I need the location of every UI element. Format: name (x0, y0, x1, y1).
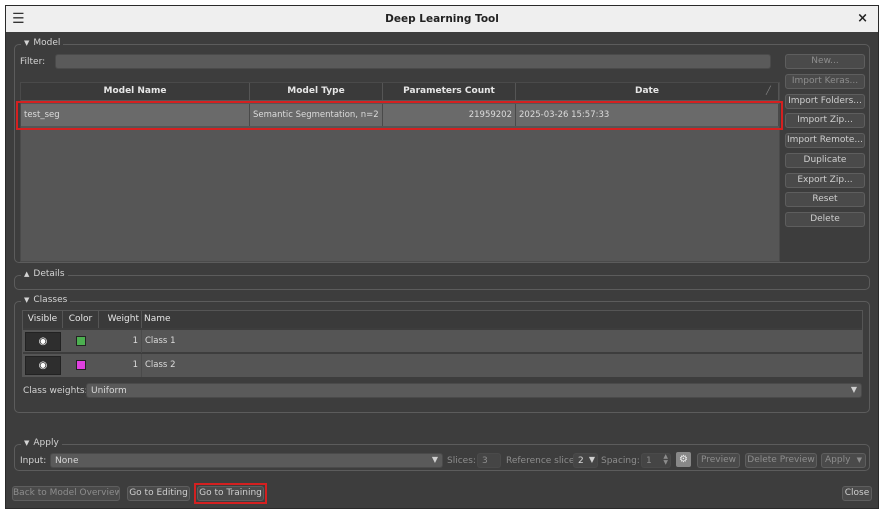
reference-slice-value: 2 (578, 456, 584, 466)
stepper-arrows-icon[interactable]: ▲ ▼ (663, 454, 668, 466)
class-weights-label: Class weights: (23, 386, 88, 396)
col-header-date[interactable]: Date (516, 83, 779, 100)
details-group: ▲ Details (14, 269, 870, 290)
deep-learning-tool-window: ☰ Deep Learning Tool × ▼ Model Filter: Mo… (5, 5, 879, 509)
apply-group-header[interactable]: ▼ Apply (21, 438, 62, 448)
class-weights-dropdown[interactable]: Uniform ▼ (86, 383, 862, 398)
back-to-model-overview-button[interactable]: Back to Model Overview (12, 486, 120, 501)
col-header-model-name[interactable]: Model Name (21, 83, 250, 100)
chevron-down-icon: ▼ (431, 455, 438, 464)
collapse-triangle-icon[interactable]: ▼ (24, 439, 29, 447)
eye-icon: ◉ (38, 360, 48, 371)
export-zip-button[interactable]: Export Zip... (785, 173, 865, 188)
duplicate-button[interactable]: Duplicate (785, 153, 865, 168)
input-dropdown[interactable]: None ▼ (50, 453, 443, 468)
model-table: Model Name Model Type Parameters Count D… (20, 82, 780, 262)
import-remote-button[interactable]: Import Remote... (785, 133, 865, 148)
cell-model-name: test_seg (21, 104, 250, 126)
details-group-header[interactable]: ▲ Details (21, 269, 68, 279)
col-header-weight[interactable]: Weight (99, 311, 142, 328)
import-zip-button[interactable]: Import Zip... (785, 113, 865, 128)
classes-table: Visible Color Weight Name ◉ 1 Class 1 ◉ … (22, 310, 863, 377)
chevron-down-icon: ▼ (588, 455, 595, 464)
class-name[interactable]: Class 1 (142, 330, 442, 353)
cell-parameters-count: 21959202 (383, 104, 516, 126)
class-color-swatch[interactable] (76, 336, 86, 346)
visible-toggle[interactable]: ◉ (25, 332, 61, 351)
new-button[interactable]: New... (785, 54, 865, 69)
spacing-stepper[interactable]: 1 ▲ ▼ (641, 453, 671, 468)
import-folders-button[interactable]: Import Folders... (785, 94, 865, 109)
sort-indicator-icon: ╱ (766, 86, 771, 95)
details-group-label: Details (33, 269, 65, 279)
slices-input[interactable]: 3 (477, 453, 501, 468)
apply-group-label: Apply (33, 438, 59, 448)
input-label: Input: (20, 456, 47, 466)
class-color-swatch[interactable] (76, 360, 86, 370)
table-row[interactable]: ◉ 1 Class 1 (23, 330, 862, 353)
model-group-header[interactable]: ▼ Model (21, 38, 64, 48)
delete-button[interactable]: Delete (785, 212, 865, 227)
gear-icon[interactable]: ⚙ (676, 452, 691, 467)
slices-label: Slices: (447, 456, 476, 466)
reference-slice-label: Reference slice: (506, 456, 578, 466)
input-value: None (55, 456, 79, 466)
close-icon[interactable]: × (857, 11, 868, 26)
import-keras-button[interactable]: Import Keras... (785, 74, 865, 89)
delete-preview-button[interactable]: Delete Preview (745, 453, 817, 468)
go-to-editing-button[interactable]: Go to Editing (127, 486, 190, 501)
cell-date: 2025-03-26 15:57:33 (516, 104, 779, 126)
chevron-down-icon: ▼ (850, 385, 857, 394)
class-weight[interactable]: 1 (99, 354, 142, 377)
chevron-down-icon: ▼ (856, 456, 862, 464)
classes-group-label: Classes (33, 295, 68, 305)
table-row[interactable]: ◉ 1 Class 2 (23, 354, 862, 377)
classes-group-header[interactable]: ▼ Classes (21, 295, 71, 305)
filter-label: Filter: (20, 57, 46, 67)
go-to-training-button[interactable]: Go to Training (197, 486, 264, 501)
class-weight[interactable]: 1 (99, 330, 142, 353)
title-bar: ☰ Deep Learning Tool × (6, 6, 878, 32)
table-row[interactable]: test_seg Semantic Segmentation, n=2 2195… (21, 104, 779, 126)
filter-input[interactable] (55, 54, 771, 69)
apply-button[interactable]: Apply ▼ (821, 453, 866, 468)
col-header-model-type[interactable]: Model Type (250, 83, 383, 100)
class-weights-value: Uniform (91, 386, 127, 396)
cell-model-type: Semantic Segmentation, n=2 (250, 104, 383, 126)
collapse-triangle-icon[interactable]: ▼ (24, 39, 29, 47)
spacing-label: Spacing: (601, 456, 640, 466)
col-header-visible[interactable]: Visible (23, 311, 63, 328)
eye-icon: ◉ (38, 336, 48, 347)
expand-triangle-icon[interactable]: ▲ (24, 270, 29, 278)
class-name[interactable]: Class 2 (142, 354, 442, 377)
spacing-value: 1 (646, 456, 652, 466)
col-header-color[interactable]: Color (63, 311, 99, 328)
col-header-name[interactable]: Name (142, 311, 862, 328)
reset-button[interactable]: Reset (785, 192, 865, 207)
reference-slice-dropdown[interactable]: 2 ▼ (573, 453, 598, 468)
collapse-triangle-icon[interactable]: ▼ (24, 296, 29, 304)
close-button[interactable]: Close (842, 486, 872, 501)
col-header-parameters-count[interactable]: Parameters Count (383, 83, 516, 100)
model-group-label: Model (33, 38, 61, 48)
visible-toggle[interactable]: ◉ (25, 356, 61, 375)
apply-button-label: Apply (825, 455, 851, 465)
preview-button[interactable]: Preview (697, 453, 740, 468)
window-title: Deep Learning Tool (385, 13, 499, 25)
